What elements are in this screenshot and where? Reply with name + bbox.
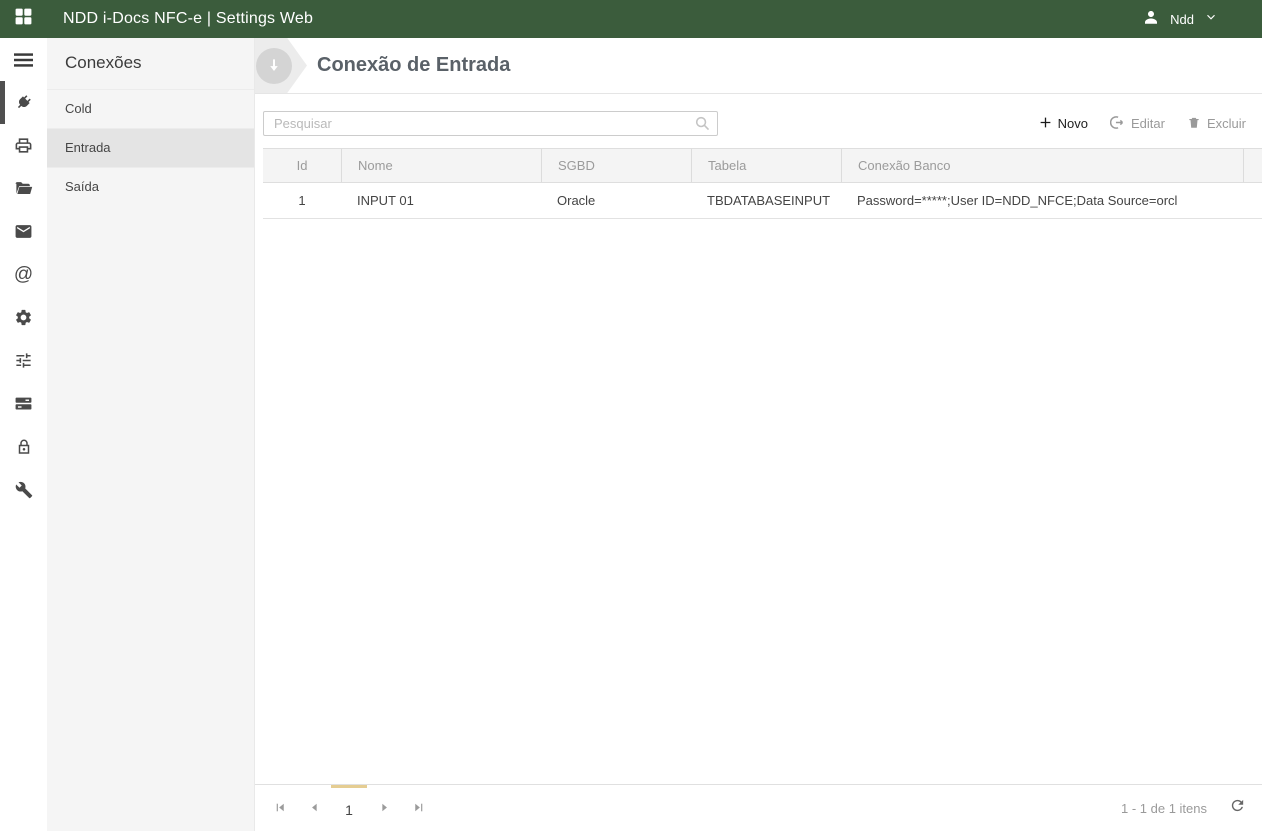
rail-item-mail[interactable] <box>0 210 47 253</box>
delete-button[interactable]: Excluir <box>1187 115 1246 133</box>
hamburger-menu-icon <box>14 52 33 68</box>
plug-icon <box>14 93 33 112</box>
last-page-icon <box>412 801 425 819</box>
column-header-conexao-banco[interactable]: Conexão Banco <box>841 148 1243 183</box>
pagination-bar: 1 1 - 1 de 1 itens <box>255 784 1262 831</box>
page-title: Conexão de Entrada <box>317 54 511 76</box>
sidebar-item-saida[interactable]: Saída <box>47 167 254 206</box>
server-icon <box>14 394 33 413</box>
previous-page-button[interactable] <box>297 785 331 831</box>
rail-item-print[interactable] <box>0 124 47 167</box>
refresh-button[interactable] <box>1229 797 1246 819</box>
new-button[interactable]: Novo <box>1039 116 1088 132</box>
rail-item-email-settings[interactable]: @ <box>0 253 47 296</box>
user-name: Ndd <box>1170 11 1194 27</box>
main-panel: Conexão de Entrada Novo <box>255 38 1262 831</box>
search-box <box>263 111 718 136</box>
at-sign-icon: @ <box>13 263 34 285</box>
refresh-icon <box>1229 797 1246 819</box>
search-input[interactable] <box>263 111 718 136</box>
hamburger-menu-button[interactable] <box>0 38 47 81</box>
mail-icon <box>14 222 33 241</box>
rail-item-connections[interactable] <box>0 81 47 124</box>
cell-conexao-banco: Password=*****;User ID=NDD_NFCE;Data Sou… <box>841 183 1243 219</box>
lock-icon <box>15 438 33 456</box>
data-grid: Id Nome SGBD Tabela Conexão Banco 1 INPU… <box>263 148 1262 219</box>
first-page-icon <box>274 801 287 819</box>
column-header-id[interactable]: Id <box>263 148 341 183</box>
pager-info: 1 - 1 de 1 itens <box>1121 800 1207 816</box>
edit-button-label: Editar <box>1131 116 1165 131</box>
cell-spacer <box>1243 183 1262 219</box>
sliders-icon <box>14 351 33 370</box>
printer-icon <box>14 136 33 155</box>
column-header-sgbd[interactable]: SGBD <box>541 148 691 183</box>
app-title: NDD i-Docs NFC-e | Settings Web <box>63 10 314 27</box>
previous-page-icon <box>308 801 321 819</box>
toolbar: Novo Editar <box>255 94 1262 148</box>
sidebar-connections: Conexões Cold Entrada Saída <box>47 38 255 831</box>
gear-icon <box>14 308 33 327</box>
cell-sgbd: Oracle <box>541 183 691 219</box>
icon-rail: @ <box>0 38 47 831</box>
rail-item-tools[interactable] <box>0 468 47 511</box>
sidebar-item-entrada[interactable]: Entrada <box>47 128 254 167</box>
rail-item-database[interactable] <box>0 382 47 425</box>
column-header-nome[interactable]: Nome <box>341 148 541 183</box>
column-header-spacer <box>1243 148 1262 183</box>
cell-nome: INPUT 01 <box>341 183 541 219</box>
app-logo <box>0 7 47 31</box>
trash-icon <box>1187 115 1201 133</box>
sidebar-title: Conexões <box>65 53 142 72</box>
edit-button[interactable]: Editar <box>1110 115 1165 133</box>
next-page-icon <box>378 801 391 819</box>
cell-id: 1 <box>263 183 341 219</box>
search-icon[interactable] <box>694 115 711 137</box>
next-page-button[interactable] <box>367 785 401 831</box>
folder-icon <box>14 179 33 198</box>
chevron-down-icon <box>1204 10 1218 29</box>
edit-icon <box>1110 115 1125 133</box>
rail-item-security[interactable] <box>0 425 47 468</box>
page-number-1[interactable]: 1 <box>331 785 367 831</box>
top-bar: NDD i-Docs NFC-e | Settings Web Ndd <box>0 0 1262 38</box>
cell-tabela: TBDATABASEINPUT <box>691 183 841 219</box>
new-button-label: Novo <box>1057 116 1089 131</box>
rail-item-files[interactable] <box>0 167 47 210</box>
circle-down-arrow-icon <box>256 47 292 84</box>
grid-logo-icon <box>14 7 33 31</box>
toolbar-actions: Novo Editar Excluir <box>1039 115 1246 133</box>
user-menu[interactable]: Ndd <box>1142 8 1262 31</box>
rail-item-settings[interactable] <box>0 296 47 339</box>
page-header: Conexão de Entrada <box>255 38 1262 94</box>
grid-header-row: Id Nome SGBD Tabela Conexão Banco <box>263 148 1262 183</box>
table-row[interactable]: 1 INPUT 01 Oracle TBDATABASEINPUT Passwo… <box>263 183 1262 219</box>
plus-icon <box>1039 116 1052 132</box>
wrench-icon <box>15 481 33 499</box>
user-icon <box>1142 8 1160 31</box>
column-header-tabela[interactable]: Tabela <box>691 148 841 183</box>
delete-button-label: Excluir <box>1206 116 1246 131</box>
first-page-button[interactable] <box>263 785 297 831</box>
last-page-button[interactable] <box>401 785 435 831</box>
rail-item-parameters[interactable] <box>0 339 47 382</box>
sidebar-item-cold[interactable]: Cold <box>47 89 254 128</box>
